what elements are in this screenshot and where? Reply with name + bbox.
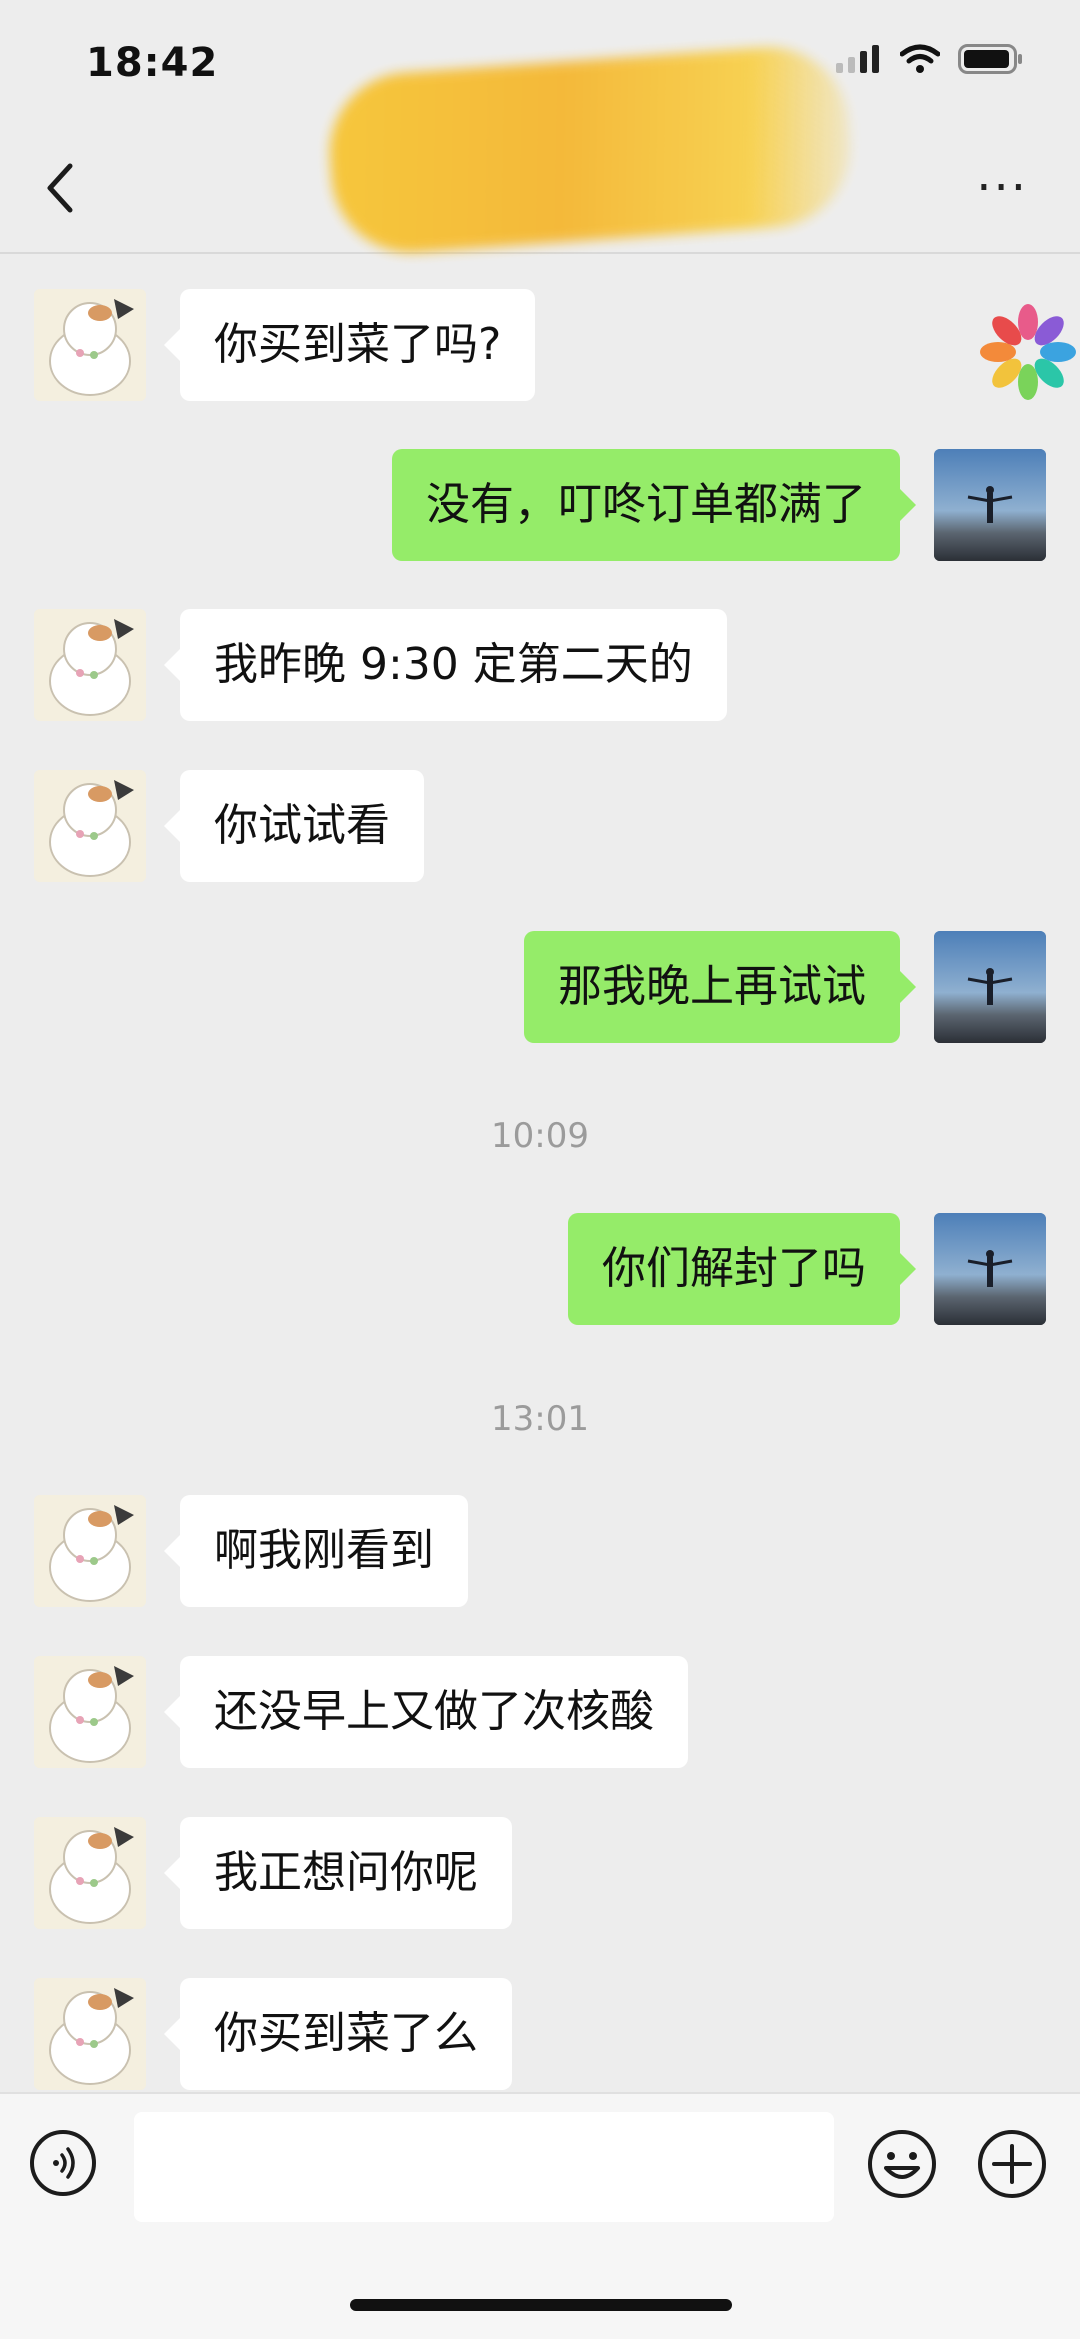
avatar[interactable]	[34, 1656, 146, 1768]
avatar[interactable]	[34, 1495, 146, 1607]
avatar[interactable]	[34, 1817, 146, 1929]
chevron-left-icon[interactable]	[40, 160, 84, 216]
message-input[interactable]	[134, 2112, 834, 2222]
avatar[interactable]	[934, 931, 1046, 1043]
avatar[interactable]	[934, 449, 1046, 561]
message-timestamp: 10:09	[491, 1116, 589, 1156]
message-bubble-received[interactable]: 你试试看	[164, 770, 424, 882]
message-bubble-sent[interactable]: 那我晚上再试试	[524, 931, 916, 1043]
message-bubble-received[interactable]: 你买到菜了吗?	[163, 289, 536, 401]
more-dots-icon[interactable]: ···	[976, 164, 1028, 212]
chat-messages: 你买到菜了吗? 没有，叮咚订单都满了 我昨晚 9:30 定第二天的 你试试看 那…	[0, 254, 1080, 2092]
voice-icon[interactable]	[30, 2130, 96, 2196]
battery-icon	[958, 44, 1022, 74]
status-time: 18:42	[86, 40, 219, 86]
avatar[interactable]	[34, 770, 146, 882]
message-bubble-sent[interactable]: 你们解封了吗	[568, 1213, 916, 1325]
message-bubble-received[interactable]: 还没早上又做了次核酸	[164, 1656, 688, 1768]
message-bubble-received[interactable]: 你买到菜了么	[164, 1978, 512, 2090]
wifi-icon	[900, 44, 940, 73]
message-bubble-sent[interactable]: 没有，叮咚订单都满了	[392, 449, 916, 561]
avatar[interactable]	[34, 289, 146, 401]
emoji-icon[interactable]	[866, 2128, 938, 2200]
message-bubble-received[interactable]: 我昨晚 9:30 定第二天的	[164, 609, 727, 721]
message-bubble-received[interactable]: 啊我刚看到	[164, 1495, 468, 1607]
message-timestamp: 13:01	[491, 1399, 589, 1439]
avatar[interactable]	[34, 1978, 146, 2090]
chat-header: ···	[0, 42, 1080, 258]
plus-icon[interactable]	[976, 2128, 1048, 2200]
home-indicator[interactable]	[350, 2299, 732, 2311]
flower-watermark-icon	[980, 304, 1076, 400]
message-bubble-received[interactable]: 我正想问你呢	[164, 1817, 512, 1929]
avatar[interactable]	[34, 609, 146, 721]
redacted-title	[324, 42, 856, 258]
cellular-signal-icon	[836, 45, 879, 73]
status-icons	[836, 44, 1024, 74]
avatar[interactable]	[934, 1213, 1046, 1325]
